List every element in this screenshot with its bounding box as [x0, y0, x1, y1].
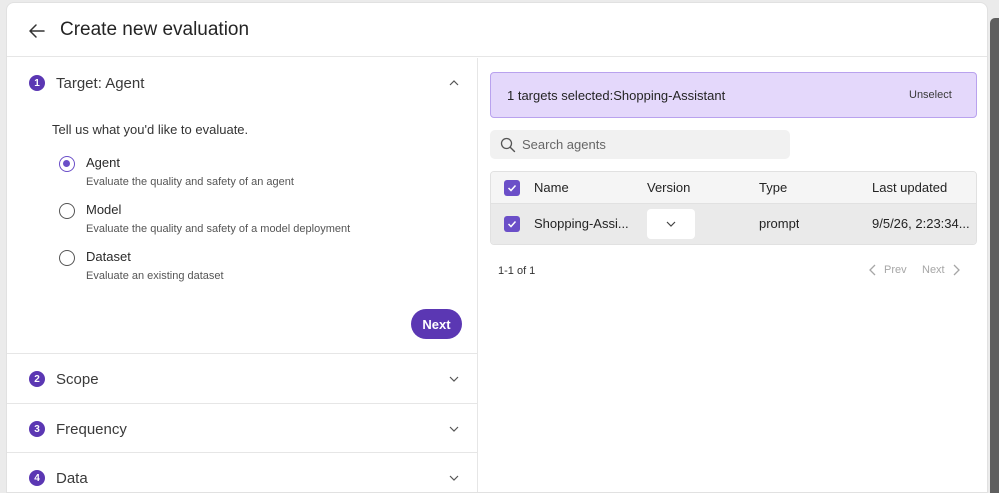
- page-header: Create new evaluation: [7, 3, 987, 57]
- column-header-version[interactable]: Version: [647, 180, 690, 195]
- back-button[interactable]: [25, 19, 49, 43]
- radio-label: Model: [86, 202, 122, 217]
- search-icon: [500, 137, 516, 153]
- step-number: 1: [29, 75, 45, 91]
- chevron-down-icon: [448, 373, 460, 385]
- version-dropdown[interactable]: [647, 209, 695, 239]
- checkmark-icon: [507, 184, 517, 192]
- step-label: Frequency: [56, 420, 127, 438]
- prev-page-button[interactable]: Prev: [868, 264, 907, 276]
- target-prompt: Tell us what you'd like to evaluate.: [52, 122, 249, 137]
- page-title: Create new evaluation: [60, 19, 250, 40]
- radio-button[interactable]: [59, 156, 75, 172]
- search-box: [490, 130, 790, 159]
- scrollbar[interactable]: [990, 18, 999, 493]
- selection-banner-text: 1 targets selected:Shopping-Assistant: [507, 88, 726, 103]
- step-number: 2: [29, 371, 45, 387]
- chevron-right-icon: [953, 264, 960, 276]
- cell-type: prompt: [759, 216, 800, 231]
- arrow-left-icon: [29, 24, 45, 38]
- unselect-button[interactable]: Unselect: [909, 89, 952, 101]
- row-checkbox[interactable]: [504, 216, 520, 232]
- next-page-button[interactable]: Next: [922, 264, 961, 276]
- chevron-left-icon: [869, 264, 876, 276]
- step-target-header[interactable]: 1 Target: Agent: [7, 58, 478, 108]
- step-label: Scope: [56, 370, 99, 388]
- table-row[interactable]: Shopping-Assi... prompt 9/5/26, 2:23:34.…: [491, 204, 976, 244]
- pagination-count: 1-1 of 1: [498, 265, 536, 277]
- step-data-header[interactable]: 4 Data: [7, 453, 478, 492]
- pagination: 1-1 of 1 Prev Next: [490, 264, 977, 280]
- radio-button[interactable]: [59, 250, 75, 266]
- checkmark-icon: [507, 220, 517, 228]
- selection-banner: 1 targets selected:Shopping-Assistant Un…: [490, 72, 977, 118]
- radio-description: Evaluate the quality and safety of an ag…: [86, 176, 294, 188]
- step-number: 3: [29, 421, 45, 437]
- step-frequency-header[interactable]: 3 Frequency: [7, 404, 478, 454]
- column-header-type[interactable]: Type: [759, 180, 787, 195]
- radio-label: Dataset: [86, 249, 131, 264]
- cell-last-updated: 9/5/26, 2:23:34...: [872, 216, 970, 231]
- radio-description: Evaluate an existing dataset: [86, 270, 224, 282]
- column-header-name[interactable]: Name: [534, 180, 569, 195]
- step-number: 4: [29, 470, 45, 486]
- search-input[interactable]: [522, 130, 784, 159]
- steps-panel: 1 Target: Agent Tell us what you'd like …: [7, 58, 478, 492]
- cell-name: Shopping-Assi...: [534, 216, 629, 231]
- radio-description: Evaluate the quality and safety of a mod…: [86, 223, 351, 235]
- select-all-checkbox[interactable]: [504, 180, 520, 196]
- agents-table: Name Version Type Last updated Shopping-…: [490, 171, 977, 245]
- radio-label: Agent: [86, 155, 120, 170]
- step-label: Target: Agent: [56, 74, 145, 92]
- prev-label: Prev: [884, 264, 907, 276]
- chevron-up-icon: [448, 77, 460, 89]
- chevron-down-icon: [448, 472, 460, 484]
- evaluation-panel: Create new evaluation 1 Target: Agent Te…: [6, 2, 988, 493]
- radio-button[interactable]: [59, 203, 75, 219]
- next-label: Next: [922, 264, 945, 276]
- step-scope-header[interactable]: 2 Scope: [7, 354, 478, 404]
- next-button[interactable]: Next: [411, 309, 462, 339]
- chevron-down-icon: [448, 423, 460, 435]
- column-header-last-updated[interactable]: Last updated: [872, 180, 947, 195]
- table-header: Name Version Type Last updated: [491, 172, 976, 204]
- chevron-down-icon: [666, 221, 676, 227]
- step-label: Data: [56, 469, 88, 487]
